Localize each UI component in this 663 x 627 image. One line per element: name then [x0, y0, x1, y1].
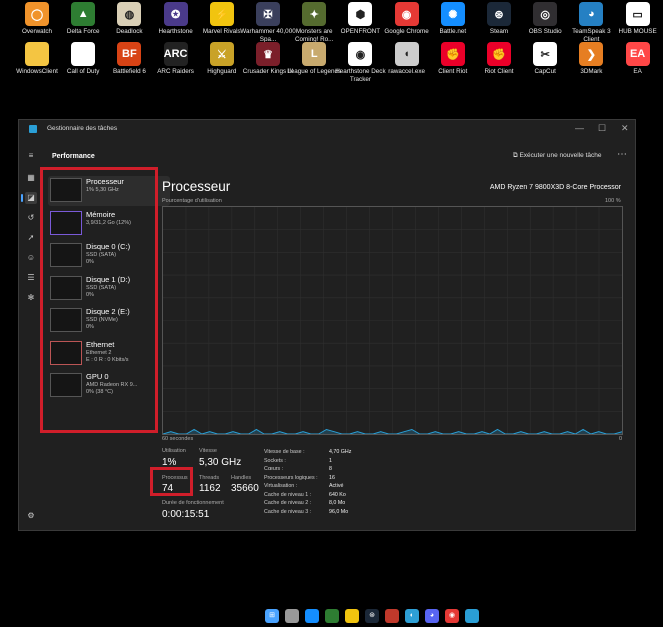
hub-mouse-icon: ▭: [625, 2, 650, 26]
overwatch-icon: ◯: [25, 2, 49, 26]
steam-taskbar-icon[interactable]: ⊛: [365, 609, 379, 623]
maximize-button[interactable]: ☐: [598, 123, 606, 134]
spec-label: Processeurs logiques :: [264, 474, 318, 481]
highguard-icon: ⚔: [209, 42, 234, 66]
hamburger-icon[interactable]: ≡: [25, 150, 37, 162]
usage-axis-label: Pourcentage d'utilisation: [162, 198, 222, 204]
highlight-processus: [150, 467, 193, 496]
taskbar: ⊞ ⊛ ◐ ◕ ◉: [0, 604, 663, 627]
deck-tracker-icon: ◉: [348, 42, 373, 66]
league-icon: L: [302, 42, 327, 66]
minimize-button[interactable]: —: [575, 123, 584, 133]
crusader-kings-icon: ♛: [256, 42, 280, 66]
vitesse-label: Vitesse: [199, 448, 217, 454]
spec-label: Cache de niveau 2 :: [264, 500, 312, 506]
spotify-taskbar-icon[interactable]: [325, 609, 339, 623]
battlenet-icon: ✺: [440, 2, 465, 26]
max-axis-label: 100 %: [605, 198, 621, 204]
utilisation-label: Utilisation: [162, 448, 186, 454]
app-history-icon[interactable]: ↺: [25, 212, 37, 224]
chrome-icon: ◉: [394, 2, 419, 26]
cpu-usage-chart: [163, 207, 622, 434]
openfront-icon: ⬢: [348, 2, 373, 26]
run-task-label: Exécuter une nouvelle tâche: [519, 152, 602, 159]
time-axis-label: 60 secondes: [162, 436, 194, 442]
more-options-button[interactable]: ⋯: [617, 149, 627, 160]
desktop-shortcut[interactable]: ▭ HUB MOUSE: [610, 2, 663, 36]
edge-taskbar-icon[interactable]: ◐: [405, 609, 419, 623]
spec-value: 16: [329, 474, 335, 481]
handles-label: Handles: [231, 475, 252, 481]
startup-icon[interactable]: ➚: [25, 232, 37, 244]
spec-label: Cœurs :: [264, 466, 284, 472]
arc-raiders-icon: ARC: [163, 42, 188, 66]
handles-value: 35660: [231, 483, 259, 494]
details-icon[interactable]: ☰: [25, 272, 37, 284]
highlight-resource-list: [40, 167, 158, 433]
min-axis-label: 0: [619, 436, 623, 442]
spec-label: Sockets :: [264, 457, 286, 464]
processes-icon[interactable]: ▦: [25, 172, 37, 184]
desktop-shortcut[interactable]: EA EA: [610, 42, 663, 76]
threads-value: 1162: [199, 483, 221, 494]
marvel-rivals-icon: ⚡: [209, 2, 234, 26]
battlenet-taskbar-icon[interactable]: [305, 609, 319, 623]
riot-icon: ✊: [440, 42, 465, 66]
riot-icon-2: ✊: [487, 42, 511, 66]
media-taskbar-icon[interactable]: [385, 609, 399, 623]
detail-title: Processeur: [162, 179, 231, 194]
performance-icon[interactable]: ◪: [25, 192, 37, 204]
services-icon[interactable]: ✻: [25, 292, 37, 304]
obs-icon: ◎: [533, 2, 558, 26]
start-icon[interactable]: ⊞: [265, 609, 279, 623]
title-bar[interactable]: Gestionnaire des tâches — ☐ ✕: [19, 120, 635, 140]
ea-icon: EA: [625, 42, 650, 66]
file-icon: [71, 42, 96, 66]
users-icon[interactable]: ☺: [25, 252, 37, 264]
spec-label: Cache de niveau 3 :: [264, 508, 312, 515]
settings-icon[interactable]: ⚙: [25, 510, 37, 522]
close-button[interactable]: ✕: [621, 123, 629, 134]
mouse-icon: ◖: [394, 42, 419, 66]
spec-value: 8: [329, 466, 332, 472]
threads-label: Threads: [199, 475, 220, 481]
hearthstone-icon: ✪: [163, 2, 188, 26]
steam-icon: ⊛: [487, 2, 511, 26]
cpu-usage-graph: [162, 206, 623, 435]
task-manager-app-icon: [29, 125, 37, 133]
spec-label: Cache de niveau 1 :: [264, 491, 312, 498]
desktop-shortcut-label: HUB MOUSE: [618, 28, 657, 35]
spec-label: Vitesse de base :: [264, 449, 305, 455]
spec-value: 96,0 Mo: [329, 508, 349, 515]
desktop-shortcut-label: EA: [633, 68, 642, 75]
spec-value: 640 Ko: [329, 491, 346, 498]
page-title: Performance: [52, 153, 95, 160]
notes-taskbar-icon[interactable]: [345, 609, 359, 623]
run-new-task-button[interactable]: ⧉ Exécuter une nouvelle tâche: [513, 152, 601, 160]
monsters-icon: ✦: [302, 2, 327, 26]
vitesse-value: 5,30 GHz: [199, 457, 242, 468]
chrome-taskbar-icon[interactable]: ◉: [445, 609, 459, 623]
teamspeak-icon: ◕: [579, 2, 604, 26]
uptime-label: Durée de fonctionnement: [162, 500, 224, 506]
3dmark-icon: ❯: [579, 42, 604, 66]
uptime-value: 0:00:15:51: [162, 509, 210, 520]
battlefield-icon: BF: [117, 42, 142, 66]
spec-label: Virtualisation :: [264, 483, 298, 489]
cpu-model: AMD Ryzen 7 9800X3D 8-Core Processor: [489, 184, 621, 191]
folder-icon: [25, 42, 49, 66]
spec-value: 8,0 Mo: [329, 500, 346, 506]
discord-taskbar-icon[interactable]: ◕: [425, 609, 439, 623]
rawaccel-taskbar-icon[interactable]: [285, 609, 299, 623]
warhammer-icon: ✠: [256, 2, 280, 26]
window-title: Gestionnaire des tâches: [47, 125, 118, 132]
delta-force-icon: ▲: [71, 2, 96, 26]
deadlock-icon: ◍: [117, 2, 142, 26]
taskmgr-taskbar-icon[interactable]: [465, 609, 479, 623]
spec-value: 4,70 GHz: [329, 449, 352, 455]
spec-value: 1: [329, 457, 332, 464]
capcut-icon: ✂: [533, 42, 558, 66]
selected-indicator: [21, 194, 23, 202]
spec-value: Activé: [329, 483, 344, 489]
